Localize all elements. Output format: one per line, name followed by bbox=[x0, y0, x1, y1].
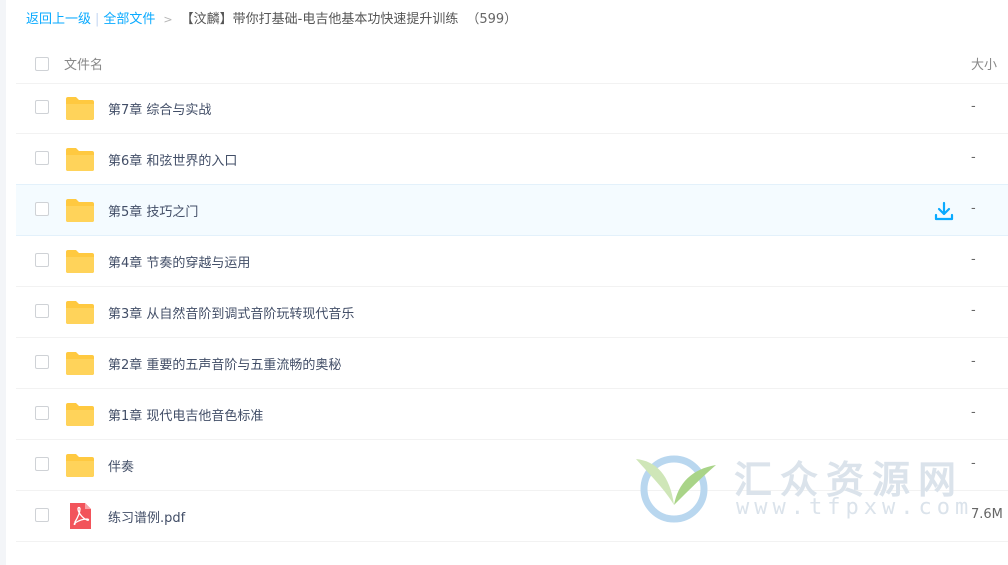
back-link[interactable]: 返回上一级 bbox=[26, 12, 91, 27]
file-name[interactable]: 第1章 现代电吉他音色标准 bbox=[108, 405, 263, 424]
file-name[interactable]: 第3章 从自然音阶到调式音阶玩转现代音乐 bbox=[108, 303, 354, 322]
folder-icon bbox=[65, 401, 95, 427]
left-panel-edge bbox=[0, 0, 6, 565]
column-header-size[interactable]: 大小 bbox=[971, 54, 997, 73]
watermark: 汇众资源网 www.tfpxw.com bbox=[626, 447, 968, 527]
file-name[interactable]: 第4章 节奏的穿越与运用 bbox=[108, 252, 250, 271]
breadcrumb: 返回上一级 | 全部文件 > 【汶麟】带你打基础-电吉他基本功快速提升训练 （599） bbox=[26, 10, 517, 30]
breadcrumb-arrow: > bbox=[163, 13, 173, 26]
folder-icon bbox=[65, 299, 95, 325]
select-all-checkbox[interactable] bbox=[35, 57, 49, 71]
file-size: - bbox=[971, 405, 976, 420]
folder-icon bbox=[65, 197, 95, 223]
row-checkbox[interactable] bbox=[35, 151, 49, 165]
row-checkbox[interactable] bbox=[35, 100, 49, 114]
file-size: - bbox=[971, 252, 976, 267]
file-size: - bbox=[971, 354, 976, 369]
row-checkbox[interactable] bbox=[35, 253, 49, 267]
file-row[interactable]: 第4章 节奏的穿越与运用 - bbox=[16, 236, 1008, 287]
folder-icon bbox=[65, 248, 95, 274]
file-size: - bbox=[971, 303, 976, 318]
breadcrumb-separator: | bbox=[95, 12, 100, 27]
file-count: （599） bbox=[466, 12, 518, 27]
folder-icon bbox=[65, 95, 95, 121]
folder-icon bbox=[65, 452, 95, 478]
row-checkbox[interactable] bbox=[35, 355, 49, 369]
file-size: - bbox=[971, 99, 976, 114]
file-size: - bbox=[971, 201, 976, 216]
row-checkbox[interactable] bbox=[35, 457, 49, 471]
file-name[interactable]: 练习谱例.pdf bbox=[108, 507, 185, 526]
current-folder: 【汶麟】带你打基础-电吉他基本功快速提升训练 bbox=[180, 12, 459, 27]
column-header-name[interactable]: 文件名 bbox=[64, 54, 103, 73]
file-list-header: 文件名 大小 bbox=[16, 46, 1008, 84]
watermark-logo-icon bbox=[636, 455, 716, 523]
row-checkbox[interactable] bbox=[35, 202, 49, 216]
download-icon[interactable] bbox=[933, 200, 955, 222]
row-checkbox[interactable] bbox=[35, 304, 49, 318]
file-row[interactable]: 第5章 技巧之门 - bbox=[16, 184, 1008, 236]
file-size: 7.6M bbox=[971, 507, 1003, 522]
file-name[interactable]: 第2章 重要的五声音阶与五重流畅的奥秘 bbox=[108, 354, 341, 373]
file-row[interactable]: 第1章 现代电吉他音色标准 - bbox=[16, 389, 1008, 440]
row-checkbox[interactable] bbox=[35, 406, 49, 420]
file-name[interactable]: 第7章 综合与实战 bbox=[108, 99, 211, 118]
file-name[interactable]: 伴奏 bbox=[108, 456, 134, 475]
all-files-link[interactable]: 全部文件 bbox=[103, 12, 155, 27]
row-checkbox[interactable] bbox=[35, 508, 49, 522]
folder-icon bbox=[65, 146, 95, 172]
file-row[interactable]: 第2章 重要的五声音阶与五重流畅的奥秘 - bbox=[16, 338, 1008, 389]
file-name[interactable]: 第5章 技巧之门 bbox=[108, 201, 198, 220]
folder-icon bbox=[65, 350, 95, 376]
file-row[interactable]: 第6章 和弦世界的入口 - bbox=[16, 134, 1008, 185]
watermark-url: www.tfpxw.com bbox=[736, 495, 974, 520]
file-size: - bbox=[971, 150, 976, 165]
file-name[interactable]: 第6章 和弦世界的入口 bbox=[108, 150, 237, 169]
file-size: - bbox=[971, 456, 976, 471]
file-row[interactable]: 第7章 综合与实战 - bbox=[16, 83, 1008, 134]
file-row[interactable]: 第3章 从自然音阶到调式音阶玩转现代音乐 - bbox=[16, 287, 1008, 338]
pdf-icon bbox=[65, 503, 95, 529]
